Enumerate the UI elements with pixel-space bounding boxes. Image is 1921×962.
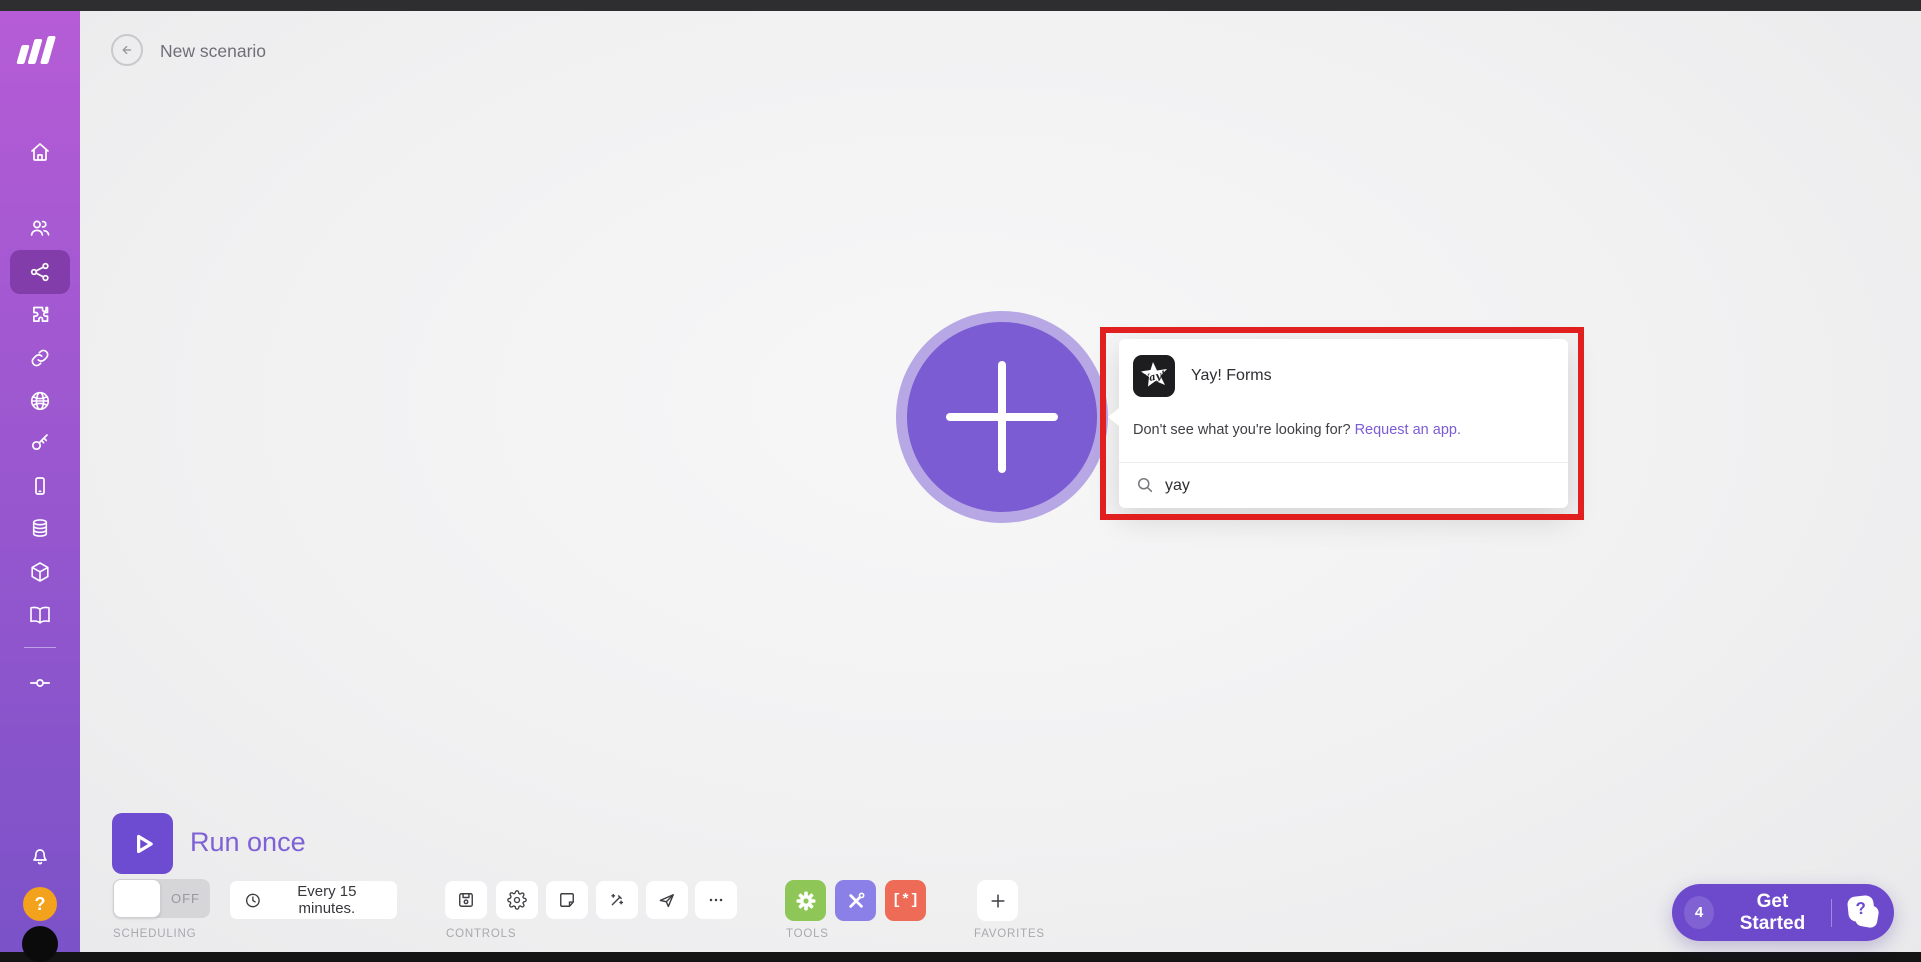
tools-gear-icon xyxy=(794,889,818,913)
auto-align-button[interactable] xyxy=(596,881,638,919)
request-app-link[interactable]: Request an app. xyxy=(1355,422,1461,438)
notes-button[interactable] xyxy=(546,881,588,919)
app-picker-popup: Yay! Yay! Forms Don't see what you're lo… xyxy=(1119,339,1568,508)
globe-icon xyxy=(28,389,52,413)
sidebar-item-notifications[interactable] xyxy=(0,838,80,874)
tools-button[interactable] xyxy=(785,880,826,921)
schedule-interval-button[interactable]: Every 15 minutes. xyxy=(230,881,397,919)
cube-icon xyxy=(28,560,52,584)
sidebar-item-apps[interactable] xyxy=(0,297,80,333)
app-search-row xyxy=(1119,463,1568,508)
profile-avatar[interactable] xyxy=(22,926,58,962)
plus-icon xyxy=(998,361,1006,473)
more-options-button[interactable] xyxy=(695,881,737,919)
app-name: Yay! Forms xyxy=(1191,367,1272,385)
controls-section-label: CONTROLS xyxy=(446,928,516,940)
scheduling-toggle[interactable]: OFF xyxy=(113,879,210,918)
sidebar: ? xyxy=(0,11,80,952)
magic-wand-icon xyxy=(607,890,627,910)
team-icon xyxy=(28,216,52,240)
sidebar-item-team[interactable] xyxy=(0,210,80,246)
key-icon xyxy=(28,430,52,454)
gear-icon xyxy=(507,890,527,910)
run-on-demand-button[interactable] xyxy=(646,881,688,919)
chat-question-icon: ? xyxy=(1844,893,1882,933)
app-search-input[interactable] xyxy=(1165,471,1545,501)
sidebar-item-data-structures[interactable] xyxy=(0,554,80,590)
plus-icon xyxy=(988,891,1008,911)
window-bottom-bar xyxy=(0,952,1921,962)
save-button[interactable] xyxy=(445,881,487,919)
settings-button[interactable] xyxy=(496,881,538,919)
book-icon xyxy=(28,603,52,627)
window-top-bar xyxy=(0,0,1921,11)
add-favorite-button[interactable] xyxy=(977,880,1018,921)
arrow-left-icon xyxy=(118,41,136,59)
link-icon xyxy=(28,346,52,370)
bell-icon xyxy=(28,844,52,868)
yay-forms-logo-icon: Yay! xyxy=(1133,355,1175,397)
ellipsis-icon xyxy=(706,890,726,910)
sidebar-item-keys[interactable] xyxy=(0,424,80,460)
sidebar-item-data-stores[interactable] xyxy=(0,510,80,546)
sidebar-divider xyxy=(24,647,56,648)
git-commit-icon xyxy=(28,671,52,695)
sidebar-item-connections[interactable] xyxy=(0,340,80,376)
text-parser-button[interactable]: [*] xyxy=(885,880,926,921)
flow-control-button[interactable] xyxy=(835,880,876,921)
schedule-interval-label: Every 15 minutes. xyxy=(271,883,383,917)
sidebar-item-home[interactable] xyxy=(0,134,80,170)
home-icon xyxy=(28,140,52,164)
popup-tail xyxy=(1108,408,1119,426)
crossed-tools-icon xyxy=(844,889,868,913)
help-button[interactable]: ? xyxy=(23,887,57,921)
save-icon xyxy=(456,890,476,910)
database-icon xyxy=(28,516,52,540)
plane-icon xyxy=(657,890,677,910)
clock-icon xyxy=(244,891,262,910)
run-once-button[interactable] xyxy=(112,813,173,874)
add-module-circle xyxy=(907,322,1097,512)
text-parser-glyph: [*] xyxy=(892,892,919,909)
sidebar-item-scenarios[interactable] xyxy=(0,254,80,290)
get-started-divider xyxy=(1831,899,1832,927)
sidebar-item-functions[interactable] xyxy=(0,665,80,701)
phone-icon xyxy=(28,474,52,498)
request-app-line: Don't see what you're looking for? Reque… xyxy=(1133,422,1461,438)
get-started-button[interactable]: 4 Get Started ? xyxy=(1672,884,1894,941)
search-icon xyxy=(1135,475,1155,495)
note-icon xyxy=(557,890,577,910)
tools-section-label: TOOLS xyxy=(786,928,829,940)
sidebar-item-webhooks[interactable] xyxy=(0,383,80,419)
toggle-knob xyxy=(113,879,161,918)
make-scenario-editor: ? New scenario Yay! Yay! Forms Don't see… xyxy=(0,0,1921,962)
run-once-label[interactable]: Run once xyxy=(190,827,306,858)
toggle-state-label: OFF xyxy=(161,879,210,918)
get-started-count-badge: 4 xyxy=(1684,896,1714,929)
get-started-label: Get Started xyxy=(1726,891,1819,935)
play-icon xyxy=(128,829,158,859)
make-logo[interactable] xyxy=(16,33,62,67)
help-glyph: ? xyxy=(35,894,46,915)
add-module-node[interactable] xyxy=(896,311,1108,523)
favorites-section-label: FAVORITES xyxy=(974,928,1045,940)
puzzle-icon xyxy=(28,303,52,327)
scheduling-section-label: SCHEDULING xyxy=(113,928,196,940)
help-glyph: ? xyxy=(1847,894,1875,922)
sidebar-item-devices[interactable] xyxy=(0,468,80,504)
page-title: New scenario xyxy=(160,41,266,62)
request-text: Don't see what you're looking for? xyxy=(1133,422,1355,438)
back-button[interactable] xyxy=(111,34,143,66)
share-icon xyxy=(28,260,52,284)
app-result-yay-forms[interactable]: Yay! Yay! Forms xyxy=(1119,339,1568,413)
sidebar-item-templates[interactable] xyxy=(0,597,80,633)
